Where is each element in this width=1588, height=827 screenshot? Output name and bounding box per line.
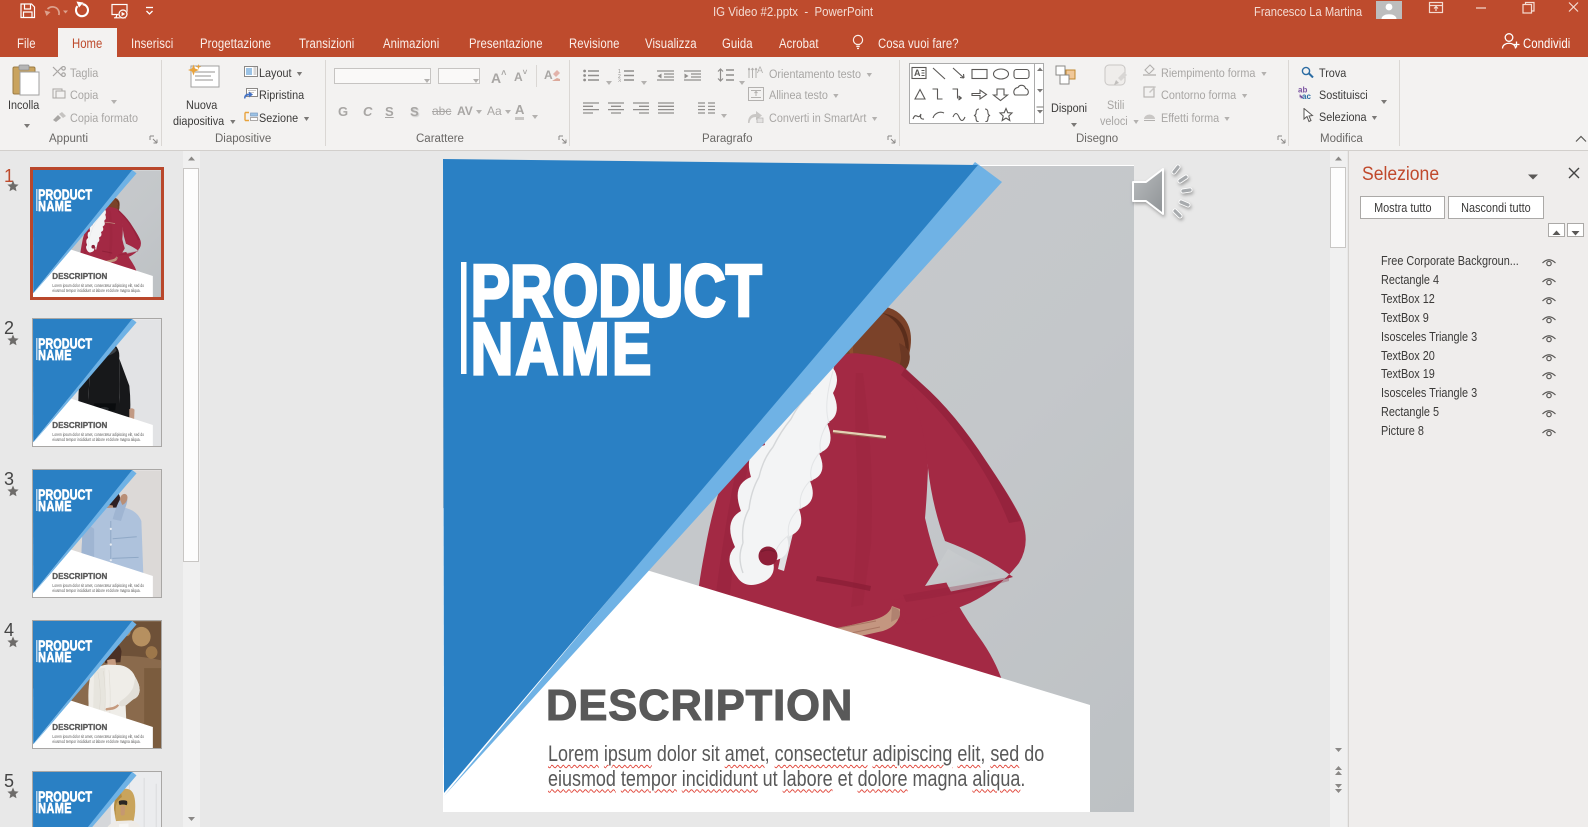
svg-text:A: A xyxy=(544,68,553,82)
svg-text:A: A xyxy=(757,65,763,75)
svg-text:A: A xyxy=(914,68,921,78)
svg-text:ac: ac xyxy=(1302,92,1311,99)
svg-text:3: 3 xyxy=(618,79,621,83)
